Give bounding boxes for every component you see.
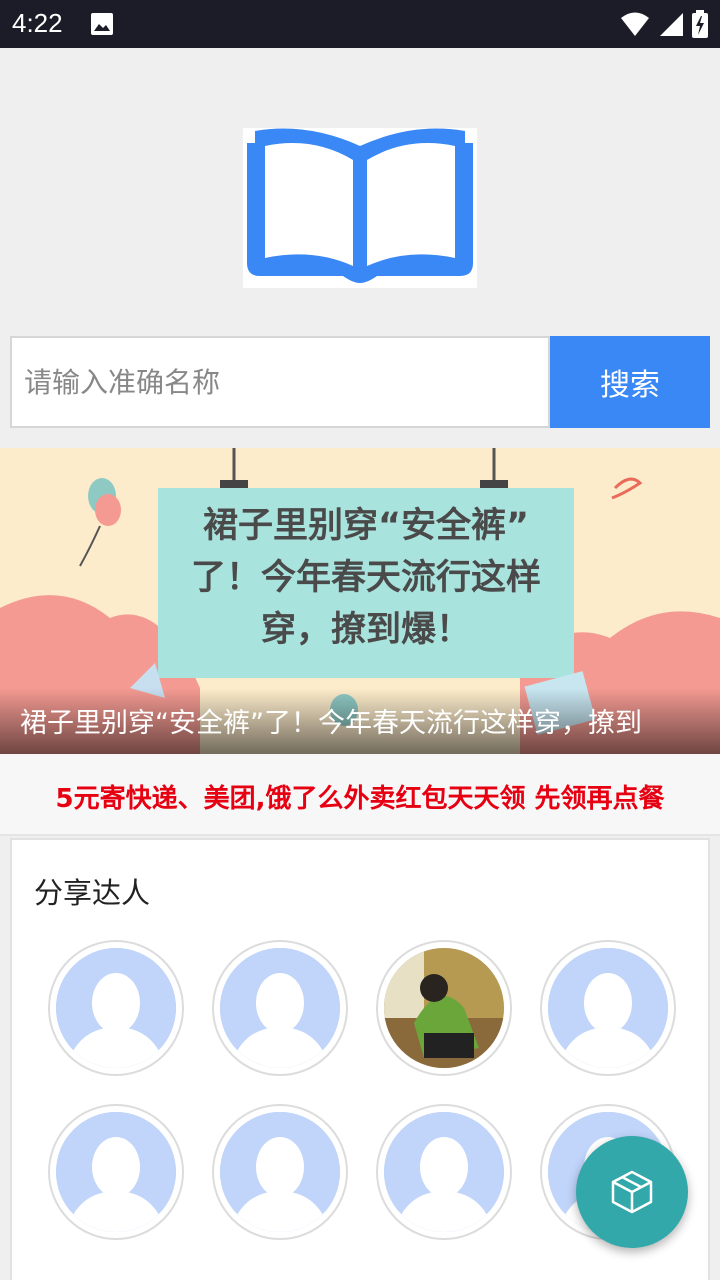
search-input[interactable] [10,336,550,428]
user-photo [384,948,504,1068]
status-time: 4:22 [12,8,63,38]
status-bar: 4:22 [0,0,720,48]
banner-headline-line-1: 裙子里别穿“安全裤” [202,506,529,546]
banner-headline-line-2: 了！今年春天流行这样 [190,558,541,598]
user-avatar[interactable] [540,940,676,1076]
search-bar: 搜索 [10,336,710,428]
section-title: 分享达人 [34,876,151,910]
banner-headline-line-3: 穿，撩到爆！ [260,610,471,650]
user-avatar[interactable] [212,940,348,1076]
open-book-icon [247,128,473,283]
promo-link[interactable]: 5元寄快递、美团,饿了么外卖红包天天领 先领再点餐 [0,778,720,815]
banner-headline: 裙子里别穿“安全裤” 了！今年春天流行这样 穿，撩到爆！ [158,500,574,656]
default-avatar-icon [56,1112,176,1232]
user-avatar[interactable] [376,1104,512,1240]
user-avatar[interactable] [376,940,512,1076]
default-avatar-icon [384,1112,504,1232]
default-avatar-icon [548,948,668,1068]
promo-bar[interactable]: 5元寄快递、美团,饿了么外卖红包天天领 先领再点餐 [0,754,720,836]
default-avatar-icon [56,948,176,1068]
user-avatar[interactable] [48,1104,184,1240]
user-avatar[interactable] [212,1104,348,1240]
app-logo [243,128,477,288]
default-avatar-icon [220,1112,340,1232]
cube-icon [611,1170,653,1214]
wifi-icon [621,12,649,36]
search-button[interactable]: 搜索 [550,336,710,428]
default-avatar-icon [220,948,340,1068]
user-avatar[interactable] [48,940,184,1076]
banner-caption: 裙子里别穿“安全裤”了！今年春天流行这样穿，撩到 [20,708,642,739]
image-icon [91,13,113,35]
signal-icon [660,13,683,36]
battery-charging-icon [692,10,708,38]
floating-action-button[interactable] [576,1136,688,1248]
banner-carousel[interactable]: 裙子里别穿“安全裤” 了！今年春天流行这样 穿，撩到爆！ 裙子里别穿“安全裤”了… [0,448,720,754]
